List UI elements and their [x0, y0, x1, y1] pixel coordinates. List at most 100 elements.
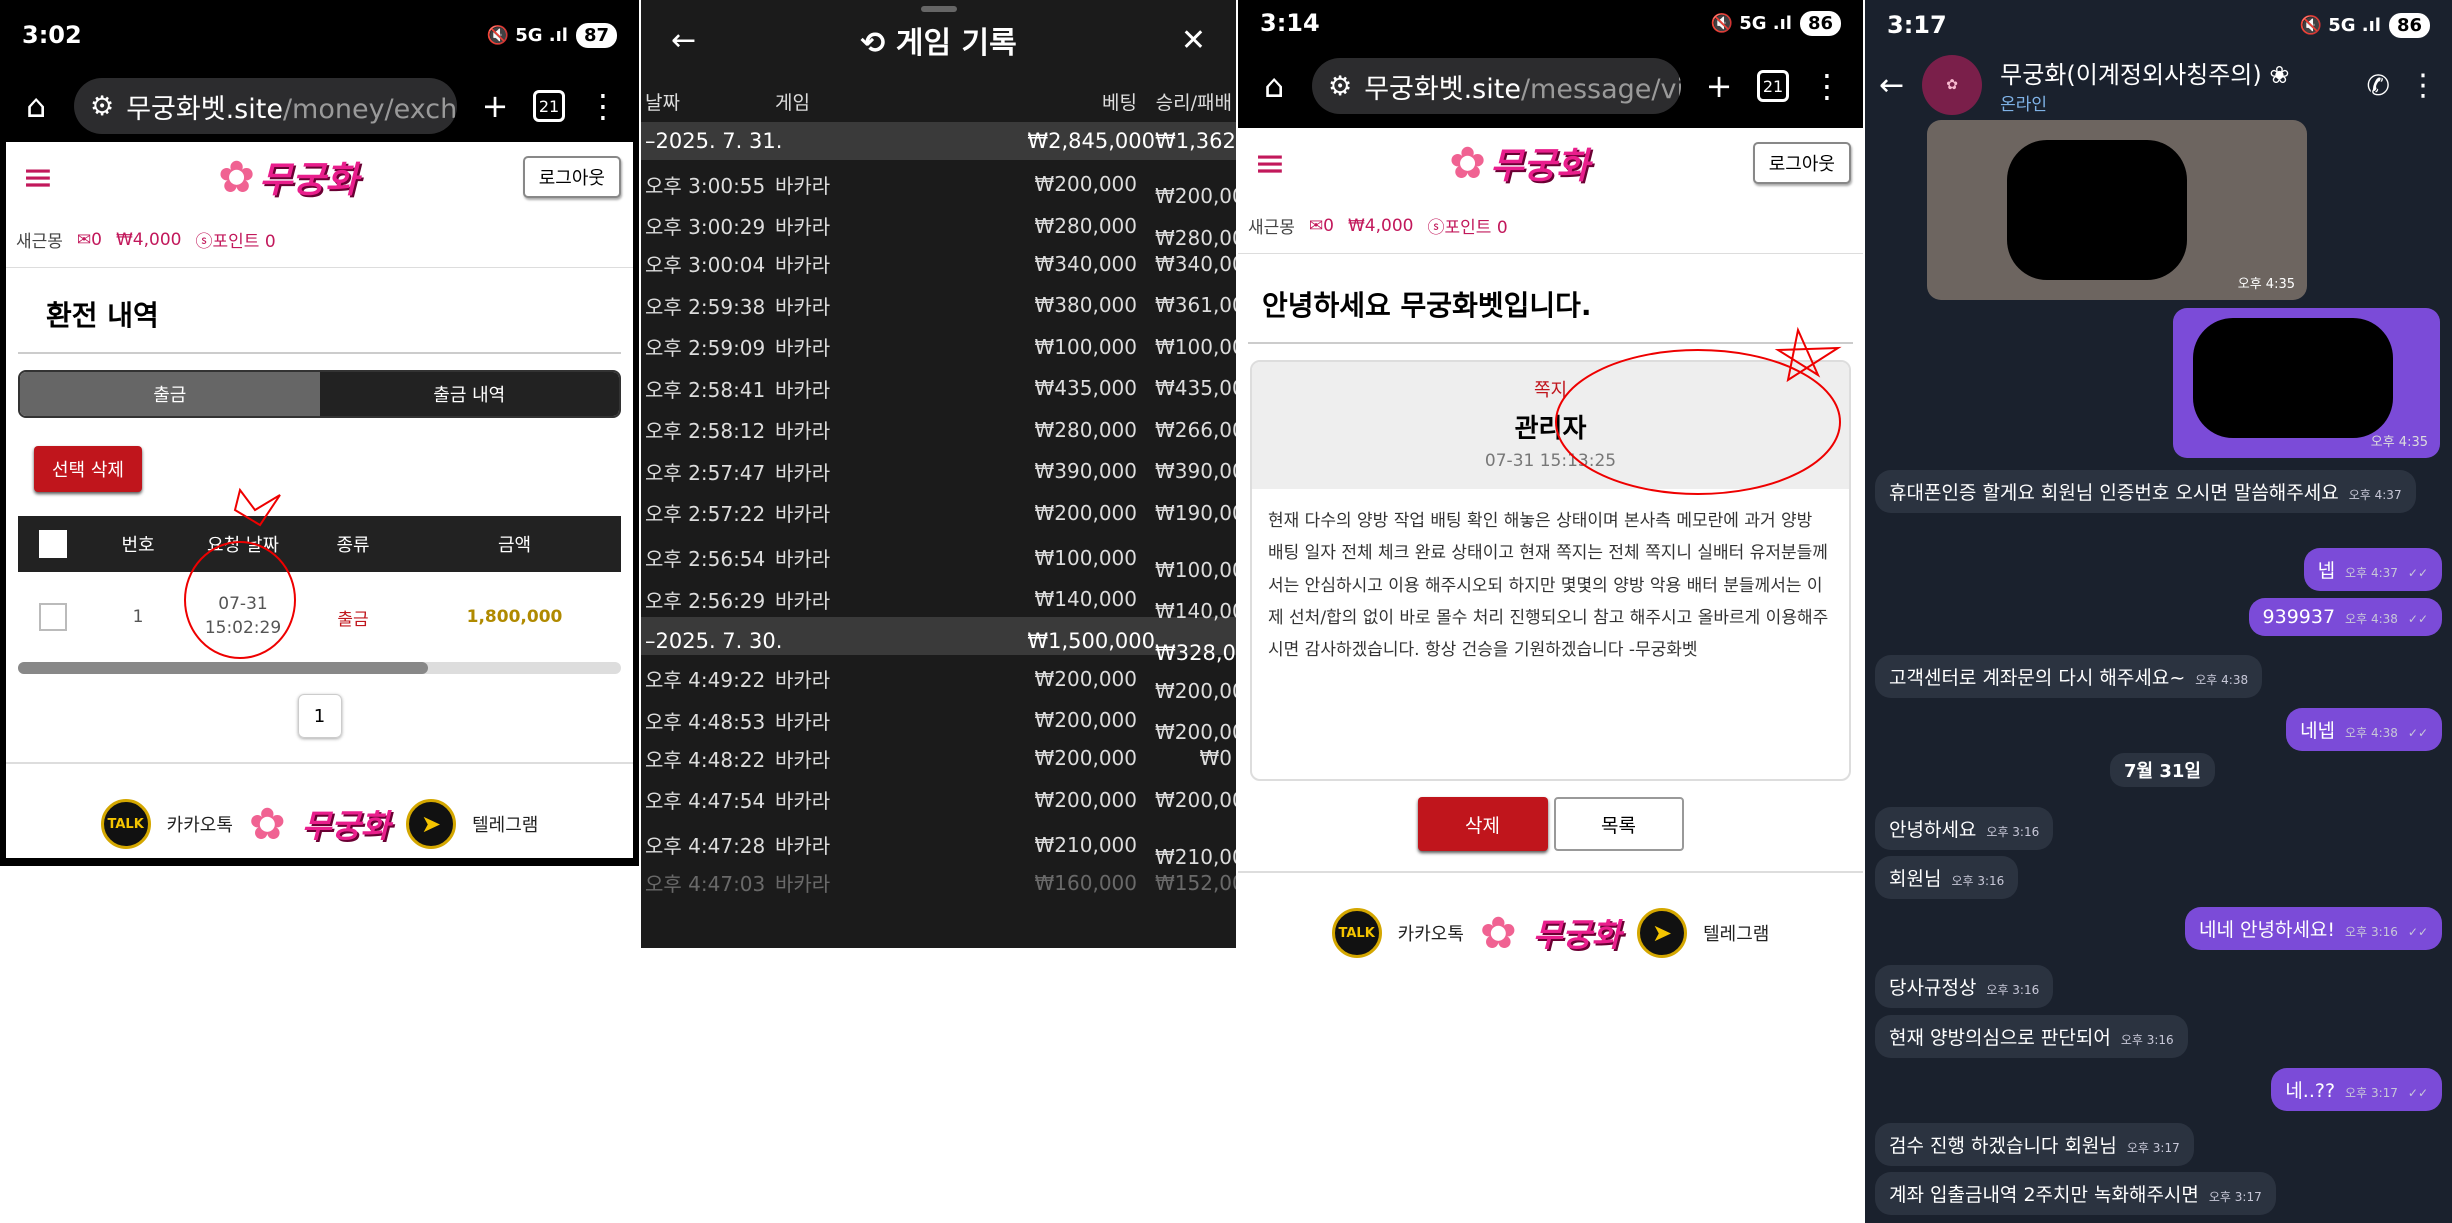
site-settings-icon[interactable]: ⚙: [90, 91, 114, 122]
tab-count-button[interactable]: 21: [1757, 70, 1789, 102]
row-checkbox[interactable]: [39, 603, 67, 631]
outgoing-message[interactable]: 네넵 오후 4:38 ✓✓: [2286, 708, 2442, 751]
site-settings-icon[interactable]: ⚙: [1328, 71, 1352, 102]
row-time: 오후 3:00:04: [645, 253, 766, 278]
check-icon: ✓✓: [2407, 1086, 2428, 1100]
home-icon[interactable]: ⌂: [16, 87, 56, 125]
tab-withdraw-history[interactable]: 출금 내역: [319, 372, 619, 416]
incoming-message[interactable]: 휴대폰인증 할게요 회원님 인증번호 오시면 말씀해주세요 오후 4:37: [1875, 470, 2416, 513]
incoming-message[interactable]: 고객센터로 계좌문의 다시 해주세요~ 오후 4:38: [1875, 655, 2263, 698]
more-icon[interactable]: ⋮: [2408, 68, 2438, 103]
sheet-handle[interactable]: [921, 6, 957, 12]
avatar[interactable]: ✿: [1922, 55, 1983, 115]
row-bet: ₩200,000: [1034, 708, 1137, 732]
status-icons: 🔇 5G .ıl: [1710, 12, 1792, 34]
history-row[interactable]: 오후 4:48:22 바카라 ₩200,000 ₩0: [641, 738, 1236, 780]
day-summary-2[interactable]: –2025. 7. 30. ₩1,500,000 -₩328,000: [641, 616, 1236, 665]
history-row[interactable]: 오후 2:56:29바카라₩140,000-₩140,000: [641, 575, 1236, 623]
message-time: 오후 4:37: [2345, 566, 2398, 580]
delete-selected-button[interactable]: 선택 삭제: [34, 446, 142, 492]
more-icon[interactable]: ⋮: [1807, 67, 1847, 105]
row-result: ₩435,000: [1155, 376, 1236, 401]
mail-icon[interactable]: ✉: [1309, 216, 1323, 236]
back-icon[interactable]: ←: [671, 23, 696, 58]
address-bar[interactable]: ⚙ 무궁화벳.site/money/exch: [74, 78, 457, 134]
outgoing-message[interactable]: 네네 안녕하세요! 오후 3:16 ✓✓: [2185, 907, 2442, 950]
row-time: 오후 3:00:55: [645, 173, 766, 198]
phone-icon[interactable]: ✆: [2367, 69, 2390, 102]
redacted-outgoing-message[interactable]: 오후 4:35: [2173, 308, 2440, 458]
row-game: 바카라: [775, 460, 831, 485]
row-time: 오후 4:47:28: [645, 834, 766, 858]
history-row[interactable]: 오후 3:00:04 바카라 ₩340,000 ₩340,000: [641, 243, 1236, 285]
tab-count-button[interactable]: 21: [533, 90, 565, 122]
message-card: 쪽지 관리자 07-31 15:13:25 현재 다수의 양방 작업 배팅 확인…: [1250, 360, 1851, 781]
site-logo[interactable]: ✿ 무궁화: [218, 151, 358, 203]
list-button[interactable]: 목록: [1553, 797, 1684, 851]
row-time: 오후 2:57:47: [645, 460, 766, 485]
photo-time: 오후 4:35: [2237, 277, 2295, 292]
incoming-message[interactable]: 검수 진행 하겠습니다 회원님 오후 3:17: [1875, 1123, 2194, 1166]
outgoing-message[interactable]: 939937 오후 4:38 ✓✓: [2248, 598, 2442, 636]
row-result: ₩361,000: [1155, 293, 1236, 318]
incoming-message[interactable]: 회원님 오후 3:16: [1875, 856, 2019, 899]
outgoing-message[interactable]: 넵 오후 4:37 ✓✓: [2303, 548, 2442, 591]
incoming-message[interactable]: 현재 양방의심으로 판단되어 오후 3:16: [1875, 1015, 2188, 1058]
telegram-icon[interactable]: ➤: [1637, 908, 1688, 958]
row-bet: ₩140,000: [1034, 587, 1137, 611]
history-row[interactable]: 오후 4:49:22바카라₩200,000-₩200,000: [641, 655, 1236, 703]
incoming-message[interactable]: 계좌 입출금내역 2주치만 녹화해주시면 오후 3:17: [1875, 1172, 2276, 1215]
history-row[interactable]: 오후 2:56:54바카라₩100,000-₩100,000: [641, 534, 1236, 582]
history-columns: 날짜 게임 베팅 승리/패배: [641, 80, 1236, 122]
history-row[interactable]: 오후 4:48:53 바카라 ₩200,000 -₩200,000: [641, 696, 1236, 744]
url-path: /message/vie: [1520, 73, 1681, 105]
day-summary-1[interactable]: –2025. 7. 31. ₩2,845,000 ₩1,362,000: [641, 122, 1236, 160]
history-row[interactable]: 오후 2:59:09 바카라 ₩100,000 ₩100,000: [641, 326, 1236, 368]
history-row[interactable]: 오후 2:57:22 바카라 ₩200,000 ₩190,000: [641, 492, 1236, 534]
plus-icon[interactable]: +: [475, 87, 515, 125]
history-row[interactable]: 오후 2:57:47 바카라 ₩390,000 ₩390,000: [641, 451, 1236, 493]
plus-icon[interactable]: +: [1699, 67, 1739, 105]
telegram-icon[interactable]: ➤: [406, 799, 457, 849]
history-row[interactable]: 오후 4:47:28바카라₩210,000-₩210,000: [641, 821, 1236, 869]
row-game: 바카라: [775, 588, 831, 613]
row-game: 바카라: [775, 336, 831, 361]
site-logo[interactable]: ✿ 무궁화: [1449, 137, 1589, 189]
row-time: 오후 2:58:12: [645, 419, 766, 444]
kakao-talk-icon[interactable]: TALK: [1331, 908, 1382, 958]
logout-button[interactable]: 로그아웃: [1752, 142, 1851, 184]
menu-icon[interactable]: ≡: [22, 155, 54, 199]
incoming-message[interactable]: 당사규정상 오후 3:16: [1875, 965, 2054, 1008]
page-button[interactable]: 1: [297, 694, 342, 738]
history-row[interactable]: 오후 2:58:12 바카라 ₩280,000 ₩266,000: [641, 409, 1236, 451]
message-text: 안녕하세요: [1889, 819, 1977, 841]
address-bar[interactable]: ⚙ 무궁화벳.site/message/vie: [1312, 58, 1681, 114]
history-row[interactable]: 오후 4:47:03 바카라 ₩160,000 ₩152,000: [641, 862, 1236, 904]
row-bet: ₩280,000: [1034, 213, 1137, 238]
history-row[interactable]: 오후 2:59:38 바카라 ₩380,000 ₩361,000: [641, 285, 1236, 327]
row-bet: ₩200,000: [1034, 666, 1137, 691]
select-all-checkbox[interactable]: [39, 530, 67, 558]
history-row[interactable]: 오후 2:58:41 바카라 ₩435,000 ₩435,000: [641, 368, 1236, 410]
tab-withdraw[interactable]: 출금: [20, 372, 320, 416]
history-row[interactable]: 오후 4:47:54 바카라 ₩200,000 ₩200,000: [641, 779, 1236, 821]
back-icon[interactable]: ←: [1879, 68, 1904, 103]
row-no: 1: [132, 607, 144, 627]
menu-icon[interactable]: ≡: [1254, 141, 1286, 185]
horizontal-scrollbar[interactable]: [18, 662, 621, 674]
home-icon[interactable]: ⌂: [1254, 67, 1294, 105]
more-icon[interactable]: ⋮: [583, 87, 623, 125]
incoming-message[interactable]: 안녕하세요 오후 3:16: [1875, 807, 2054, 850]
table-row[interactable]: 1 07-31 15:02:29 출금 1,800,000: [18, 572, 621, 662]
history-row[interactable]: 오후 3:00:29 바카라 ₩280,000 -₩280,000: [641, 202, 1236, 250]
mail-icon[interactable]: ✉: [77, 230, 91, 250]
outgoing-message[interactable]: 네..?? 오후 3:17 ✓✓: [2271, 1068, 2442, 1111]
logout-button[interactable]: 로그아웃: [522, 156, 621, 198]
delete-button[interactable]: 삭제: [1417, 797, 1548, 851]
kakao-talk-icon[interactable]: TALK: [100, 799, 151, 849]
flower-icon: ✿: [1479, 907, 1517, 959]
status-bar: 3:02 🔇 5G .ıl 87: [0, 0, 639, 70]
photo-message[interactable]: 오후 4:35: [1927, 120, 2307, 300]
close-icon[interactable]: ✕: [1181, 23, 1206, 58]
history-row[interactable]: 오후 3:00:55바카라₩200,000-₩200,000: [641, 160, 1236, 208]
